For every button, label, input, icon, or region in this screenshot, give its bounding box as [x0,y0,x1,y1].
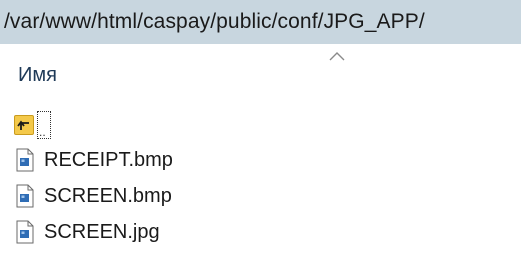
name-column-header[interactable]: Имя [18,64,57,87]
file-name: SCREEN.bmp [44,184,172,207]
file-name: SCREEN.jpg [44,220,160,243]
parent-directory-label: .. [37,111,51,139]
sort-ascending-icon [329,52,345,61]
file-name: RECEIPT.bmp [44,148,173,171]
file-list: .. RECEIPT.bmp SCREEN.bmp SCREEN.jpg [14,108,314,250]
image-file-icon [14,147,36,173]
file-item-screen-bmp[interactable]: SCREEN.bmp [14,178,314,214]
current-path: /var/www/html/caspay/public/conf/JPG_APP… [4,10,425,33]
parent-directory-item[interactable]: .. [14,108,314,142]
image-file-icon [14,219,36,245]
image-file-icon [14,183,36,209]
parent-folder-icon [14,115,34,135]
file-item-receipt-bmp[interactable]: RECEIPT.bmp [14,142,314,178]
file-item-screen-jpg[interactable]: SCREEN.jpg [14,214,314,250]
path-bar[interactable]: /var/www/html/caspay/public/conf/JPG_APP… [0,0,521,44]
